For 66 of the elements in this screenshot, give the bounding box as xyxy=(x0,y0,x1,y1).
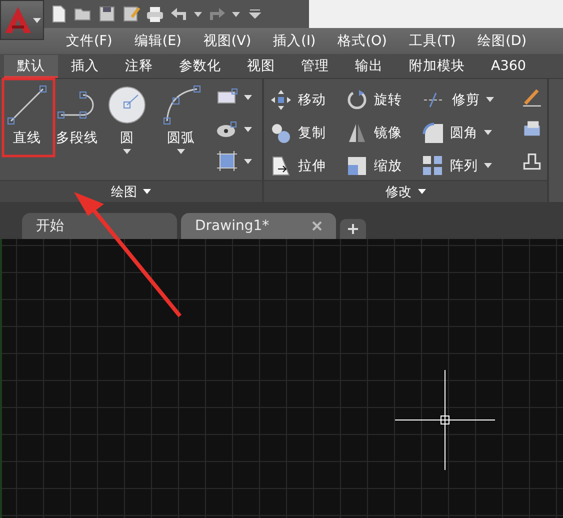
ribbon-tab[interactable]: 管理 xyxy=(288,55,342,78)
menu-item[interactable]: 工具(T) xyxy=(398,29,467,53)
caret-icon xyxy=(232,12,240,16)
logo-icon xyxy=(3,5,33,35)
crosshair-cursor-icon xyxy=(395,370,495,470)
caret-icon xyxy=(244,158,252,164)
file-tab[interactable]: 开始 xyxy=(22,213,177,239)
caret-icon xyxy=(244,126,252,132)
boundary-icon xyxy=(216,151,238,171)
move-icon xyxy=(270,88,292,110)
modify-tool-button[interactable]: 阵列 xyxy=(422,153,522,178)
modify-tool-button[interactable]: 移动 xyxy=(270,87,346,112)
draw-tool-button[interactable]: 多段线 xyxy=(52,81,102,180)
fillet-icon xyxy=(422,122,444,144)
stretch-icon xyxy=(270,154,292,176)
undo-icon[interactable] xyxy=(170,5,188,23)
new-tab-button[interactable] xyxy=(340,219,366,239)
menu-item[interactable]: 编辑(E) xyxy=(123,29,192,53)
menu-item[interactable]: 格式(O) xyxy=(326,29,398,53)
brush-icon[interactable] xyxy=(522,87,542,107)
caret-icon xyxy=(418,189,426,194)
draw-tool-button[interactable]: 直线 xyxy=(2,81,52,180)
modify-tool-button[interactable]: 缩放 xyxy=(346,153,422,178)
ribbon-tab[interactable]: 默认 xyxy=(4,55,58,78)
caret-icon xyxy=(143,189,151,194)
modify-tool-button[interactable]: 圆角 xyxy=(422,120,522,145)
rotate-icon xyxy=(346,88,368,110)
scale-icon xyxy=(346,154,368,176)
close-icon[interactable] xyxy=(312,221,322,231)
draw-tool-button[interactable] xyxy=(216,149,252,173)
array-icon xyxy=(422,154,444,176)
caret-icon xyxy=(194,12,202,16)
caret-icon xyxy=(33,18,41,22)
new-file-icon[interactable] xyxy=(50,5,68,23)
ribbon-tab[interactable]: 插入 xyxy=(58,55,112,78)
ribbon-tab[interactable]: 参数化 xyxy=(166,55,234,78)
ribbon-tab[interactable]: 注释 xyxy=(112,55,166,78)
caret-icon xyxy=(244,94,252,100)
menu-item[interactable]: 视图(V) xyxy=(192,29,262,53)
modify-tool-button[interactable]: 旋转 xyxy=(346,87,422,112)
ribbon-tab[interactable]: 附加模块 xyxy=(396,55,478,78)
copy-icon xyxy=(270,122,292,144)
print-icon[interactable] xyxy=(146,5,164,23)
plus-icon xyxy=(348,224,358,234)
menu-item[interactable]: 绘图(D) xyxy=(466,29,538,53)
panel-title[interactable]: 修改 xyxy=(264,180,547,202)
mirror-icon xyxy=(346,122,368,144)
menu-item[interactable]: 插入(I) xyxy=(262,29,327,53)
ribbon-tab[interactable]: 视图 xyxy=(234,55,288,78)
modify-tool-button[interactable]: 拉伸 xyxy=(270,153,346,178)
ribbon-tab[interactable]: A360 xyxy=(478,55,540,78)
save-as-icon[interactable] xyxy=(122,5,140,23)
draw-tool-button[interactable]: 圆 xyxy=(102,81,152,180)
draw-tool-button[interactable]: 圆弧 xyxy=(152,81,210,180)
line-icon xyxy=(5,83,49,127)
hatch-icon xyxy=(216,120,238,138)
modify-tool-button[interactable]: 修剪 xyxy=(422,87,522,112)
menu-item[interactable]: 文件(F) xyxy=(55,29,124,53)
save-icon[interactable] xyxy=(98,5,116,23)
rectangle-icon xyxy=(216,88,238,106)
file-tab[interactable]: Drawing1* xyxy=(181,213,336,239)
offset-icon[interactable] xyxy=(522,151,542,171)
modify-tool-button[interactable]: 复制 xyxy=(270,120,346,145)
ribbon-tab[interactable]: 输出 xyxy=(342,55,396,78)
modify-tool-button[interactable]: 镜像 xyxy=(346,120,422,145)
panel-title[interactable]: 绘图 xyxy=(0,180,262,202)
